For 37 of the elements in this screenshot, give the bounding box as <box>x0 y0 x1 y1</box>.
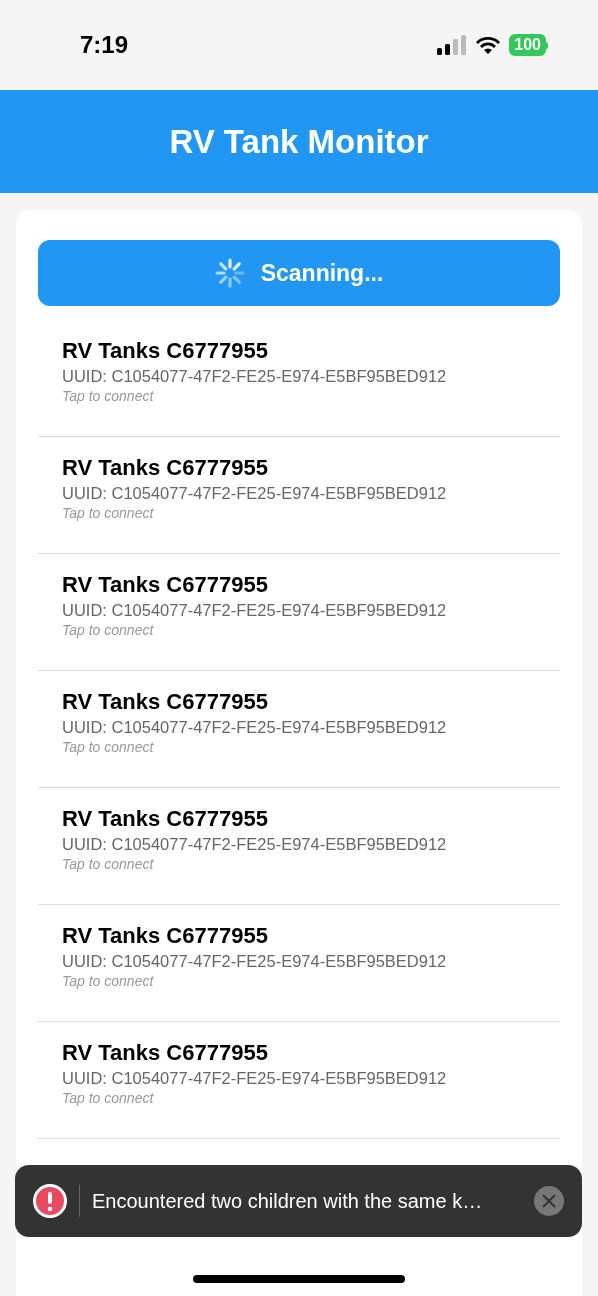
close-button[interactable] <box>534 1186 564 1216</box>
device-row[interactable]: RV Tanks C6777955 UUID: C1054077-47F2-FE25-E974-E5BF95BED912 Tap to connect <box>38 1022 560 1139</box>
device-uuid: UUID: C1054077-47F2-FE25-E974-E5BF95BED912 <box>62 951 447 972</box>
connect-hint: Tap to connect <box>62 855 154 873</box>
battery-icon: 100 <box>509 34 548 56</box>
device-row[interactable]: RV Tanks C6777955 UUID: C1054077-47F2-FE25-E974-E5BF95BED912 Tap to connect <box>38 437 560 554</box>
connect-hint: Tap to connect <box>62 738 154 756</box>
device-uuid: UUID: C1054077-47F2-FE25-E974-E5BF95BED912 <box>62 1068 447 1089</box>
device-row[interactable]: RV Tanks C6777955 UUID: C1054077-47F2-FE25-E974-E5BF95BED912 Tap to connect <box>38 671 560 788</box>
device-name: RV Tanks C6777955 <box>62 454 268 482</box>
device-name: RV Tanks C6777955 <box>62 805 268 833</box>
device-row[interactable]: RV Tanks C6777955 UUID: C1054077-47F2-FE25-E974-E5BF95BED912 Tap to connect <box>38 320 560 437</box>
device-uuid: UUID: C1054077-47F2-FE25-E974-E5BF95BED912 <box>62 483 447 504</box>
device-name: RV Tanks C6777955 <box>62 337 268 365</box>
device-row[interactable]: RV Tanks C6777955 UUID: C1054077-47F2-FE25-E974-E5BF95BED912 Tap to connect <box>38 554 560 671</box>
device-name: RV Tanks C6777955 <box>62 571 268 599</box>
status-time: 7:19 <box>80 30 129 60</box>
device-name: RV Tanks C6777955 <box>62 922 268 950</box>
wifi-icon <box>475 35 502 55</box>
signal-icon <box>437 35 468 55</box>
error-message: Encountered two children with the same k… <box>92 1189 484 1214</box>
device-row[interactable]: RV Tanks C6777955 UUID: C1054077-47F2-FE25-E974-E5BF95BED912 Tap to connect <box>38 905 560 1022</box>
connect-hint: Tap to connect <box>62 387 154 405</box>
connect-hint: Tap to connect <box>62 504 154 522</box>
device-uuid: UUID: C1054077-47F2-FE25-E974-E5BF95BED912 <box>62 366 447 387</box>
connect-hint: Tap to connect <box>62 972 154 990</box>
device-row[interactable]: RV Tanks C6777955 UUID: C1054077-47F2-FE25-E974-E5BF95BED912 Tap to connect <box>38 788 560 905</box>
close-icon <box>542 1194 556 1208</box>
device-uuid: UUID: C1054077-47F2-FE25-E974-E5BF95BED912 <box>62 717 447 738</box>
device-uuid: UUID: C1054077-47F2-FE25-E974-E5BF95BED912 <box>62 600 447 621</box>
error-icon <box>33 1184 67 1218</box>
device-uuid: UUID: C1054077-47F2-FE25-E974-E5BF95BED912 <box>62 834 447 855</box>
device-name: RV Tanks C6777955 <box>62 688 268 716</box>
app-title: RV Tank Monitor <box>169 121 429 162</box>
connect-hint: Tap to connect <box>62 1089 154 1107</box>
connect-hint: Tap to connect <box>62 621 154 639</box>
device-name: RV Tanks C6777955 <box>62 1039 268 1067</box>
